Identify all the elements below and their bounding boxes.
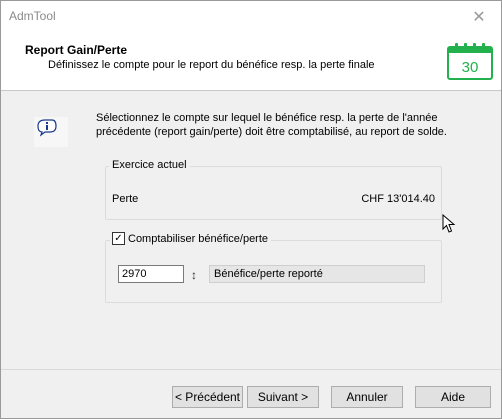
comptabiliser-checkbox-row[interactable]: ✓ Comptabiliser bénéfice/perte: [110, 232, 272, 245]
perte-value: CHF 13'014.40: [361, 193, 435, 205]
info-text-line-2: précédente (report gain/perte) doit être…: [96, 126, 447, 138]
page-title: Report Gain/Perte: [25, 43, 128, 57]
info-text-line-1: Sélectionnez le compte sur lequel le bén…: [96, 112, 438, 124]
cancel-button[interactable]: Annuler: [331, 386, 403, 408]
window-title: AdmTool: [9, 9, 56, 23]
next-button[interactable]: Suivant >: [247, 386, 319, 408]
footer-divider: [1, 369, 501, 370]
title-bar: AdmTool ✕: [1, 1, 501, 32]
wizard-window: AdmTool ✕ Report Gain/Perte Définissez l…: [0, 0, 502, 419]
account-number-input[interactable]: 2970: [118, 265, 184, 283]
info-balloon-icon: [34, 117, 68, 147]
help-button[interactable]: Aide: [415, 386, 491, 408]
page-subtitle: Définissez le compte pour le report du b…: [48, 59, 375, 71]
calendar-icon: 30: [447, 43, 493, 80]
account-spin-icon[interactable]: ↕: [188, 265, 200, 285]
comptabiliser-group: ✓ Comptabiliser bénéfice/perte 2970 ↕ Bé…: [105, 232, 442, 303]
info-text: Sélectionnez le compte sur lequel le bén…: [96, 111, 456, 139]
comptabiliser-checkbox[interactable]: ✓: [112, 232, 125, 245]
mouse-cursor-icon: [442, 214, 456, 233]
wizard-header: Report Gain/Perte Définissez le compte p…: [1, 32, 501, 91]
perte-label: Perte: [112, 193, 139, 205]
account-description-field: Bénéfice/perte reporté: [209, 265, 425, 283]
exercice-actuel-group: Exercice actuel Perte CHF 13'014.40: [105, 159, 442, 220]
comptabiliser-checkbox-label[interactable]: Comptabiliser bénéfice/perte: [128, 233, 268, 245]
close-icon[interactable]: ✕: [457, 1, 501, 32]
calendar-day: 30: [462, 59, 479, 76]
wizard-content: Sélectionnez le compte sur lequel le bén…: [1, 91, 501, 369]
exercice-actuel-legend: Exercice actuel: [109, 159, 190, 171]
previous-button[interactable]: < Précédent: [172, 386, 243, 408]
